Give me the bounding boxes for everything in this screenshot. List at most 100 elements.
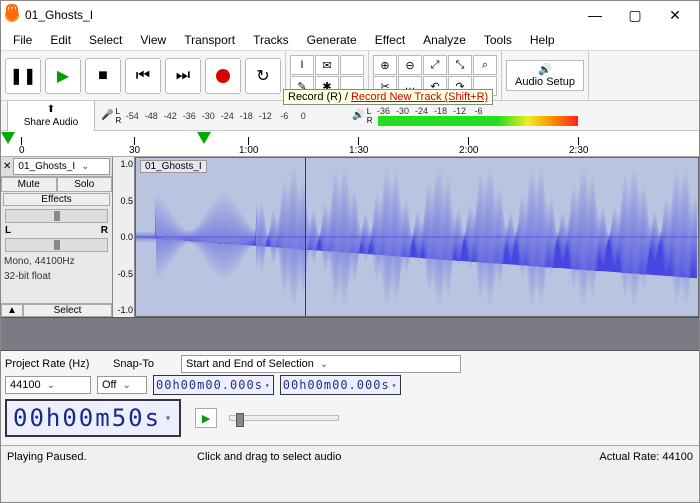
tooltip-text-a: Record (R) / (288, 91, 351, 103)
meter-tick: -18 (431, 106, 449, 116)
menu-analyze[interactable]: Analyze (415, 31, 474, 49)
yscale-tick: 0.0 (114, 232, 133, 242)
menu-edit[interactable]: Edit (42, 31, 79, 49)
pause-button[interactable]: ❚❚ (5, 58, 41, 94)
skip-start-button[interactable]: ⏮ (125, 58, 161, 94)
track-area-empty[interactable] (1, 317, 699, 351)
waveform-display[interactable]: 01_Ghosts_I (135, 157, 699, 317)
collapse-button[interactable]: ▲ (1, 304, 23, 317)
record-icon (216, 69, 230, 83)
skip-end-button[interactable]: ⏭ (165, 58, 201, 94)
solo-button[interactable]: Solo (57, 177, 113, 192)
record-tooltip: Record (R) / Record New Track (Shift+R) (283, 89, 493, 105)
yscale-tick: 1.0 (114, 159, 133, 169)
menu-help[interactable]: Help (522, 31, 563, 49)
menu-tracks[interactable]: Tracks (245, 31, 297, 49)
playback-meter[interactable] (378, 116, 578, 126)
fit-selection-button[interactable]: ⤢ (423, 55, 447, 75)
menu-bar: File Edit Select View Transport Tracks G… (1, 29, 699, 51)
selection-tool[interactable]: I (290, 55, 314, 75)
snap-to-dropdown[interactable]: Off (97, 376, 147, 394)
time-position-display[interactable]: 00h00m50s (5, 399, 181, 437)
meter-tick: -24 (412, 106, 430, 116)
playback-speed-slider[interactable] (229, 415, 339, 421)
play-button[interactable]: ▶ (45, 58, 81, 94)
audio-setup-label: Audio Setup (515, 76, 575, 88)
playhead-line (305, 158, 306, 316)
meter-tick: -30 (199, 111, 217, 121)
timeline-start-marker[interactable] (1, 132, 15, 144)
pan-r-label: R (101, 225, 108, 236)
meter-tick: -18 (237, 111, 255, 121)
record-button[interactable] (205, 58, 241, 94)
app-icon (5, 8, 19, 22)
timeline-tick: 30 (129, 137, 140, 156)
pan-slider[interactable] (5, 238, 108, 252)
recording-meter[interactable]: -54 -48 -42 -36 -30 -24 -18 -12 -6 0 (123, 111, 312, 121)
meter-tick: -6 (469, 106, 487, 116)
loop-button[interactable]: ↻ (245, 58, 281, 94)
meter-tick: 0 (294, 111, 312, 121)
close-button[interactable]: ✕ (655, 1, 695, 29)
meter-tick: -36 (180, 111, 198, 121)
audio-setup-button[interactable]: 🔊 Audio Setup (506, 60, 584, 91)
fit-project-button[interactable]: ⤡ (448, 55, 472, 75)
snap-to-label: Snap-To (113, 358, 169, 370)
meter-tick: -12 (256, 111, 274, 121)
zoom-toggle-button[interactable]: ⌕ (473, 55, 497, 75)
timeline-tick: 2:30 (569, 137, 588, 156)
timeline-tick: 1:30 (349, 137, 368, 156)
meter-tick: -48 (142, 111, 160, 121)
menu-transport[interactable]: Transport (176, 31, 243, 49)
menu-file[interactable]: File (5, 31, 40, 49)
selection-end-field[interactable]: 00h00m00.000s (280, 375, 401, 395)
zoom-in-button[interactable]: ⊕ (373, 55, 397, 75)
maximize-button[interactable]: ▢ (615, 1, 655, 29)
share-label: Share Audio (24, 117, 79, 128)
timeline-playhead-marker[interactable] (197, 132, 211, 144)
envelope-tool[interactable]: ✉ (315, 55, 339, 75)
menu-effect[interactable]: Effect (367, 31, 413, 49)
menu-select[interactable]: Select (81, 31, 130, 49)
share-icon: ⬆ (47, 104, 55, 115)
play-at-speed-button[interactable]: ▶ (195, 408, 217, 428)
track-name-dropdown[interactable]: 01_Ghosts_I (13, 158, 110, 175)
meter-tick: -30 (393, 106, 411, 116)
project-rate-dropdown[interactable]: 44100 (5, 376, 91, 394)
project-rate-label: Project Rate (Hz) (5, 358, 101, 370)
speaker-meter-icon[interactable]: 🔊 (352, 110, 364, 121)
minimize-button[interactable]: — (575, 1, 615, 29)
meter-tick: -42 (161, 111, 179, 121)
status-bar: Playing Paused. Click and drag to select… (1, 445, 699, 467)
mute-button[interactable]: Mute (1, 177, 57, 192)
meter-tick: -54 (123, 111, 141, 121)
track-close-button[interactable]: ✕ (3, 161, 11, 172)
menu-tools[interactable]: Tools (476, 31, 520, 49)
timeline-ruler[interactable]: 0301:001:302:002:30 (1, 131, 699, 157)
transport-toolbar: ❚❚ ▶ ■ ⏮ ⏭ ↻ (1, 51, 286, 100)
zoom-out-button[interactable]: ⊖ (398, 55, 422, 75)
timeline-tick: 1:00 (239, 137, 258, 156)
select-track-button[interactable]: Select (23, 304, 112, 317)
menu-view[interactable]: View (132, 31, 174, 49)
audio-setup-toolbar: 🔊 Audio Setup (502, 51, 589, 100)
selection-start-field[interactable]: 00h00m00.000s (153, 375, 274, 395)
clip-label[interactable]: 01_Ghosts_I (140, 160, 207, 173)
speaker-icon: 🔊 (538, 63, 552, 76)
track-format-2: 32-bit float (1, 269, 112, 284)
effects-button[interactable]: Effects (3, 193, 110, 206)
yscale-tick: -1.0 (114, 305, 133, 315)
window-title: 01_Ghosts_I (25, 8, 575, 22)
meter-tick: -24 (218, 111, 236, 121)
selection-mode-dropdown[interactable]: Start and End of Selection (181, 355, 461, 373)
menu-generate[interactable]: Generate (299, 31, 365, 49)
pan-l-label: L (5, 225, 11, 236)
vertical-scale[interactable]: 1.0 0.5 0.0 -0.5 -1.0 (113, 157, 135, 317)
blank-tool-1[interactable] (340, 55, 364, 75)
mic-icon[interactable]: 🎤 (101, 110, 113, 121)
tooltip-text-b: Record New Track (Shift+R) (351, 91, 488, 103)
status-right: Actual Rate: 44100 (599, 451, 693, 463)
yscale-tick: -0.5 (114, 269, 133, 279)
gain-slider[interactable] (5, 209, 108, 223)
stop-button[interactable]: ■ (85, 58, 121, 94)
